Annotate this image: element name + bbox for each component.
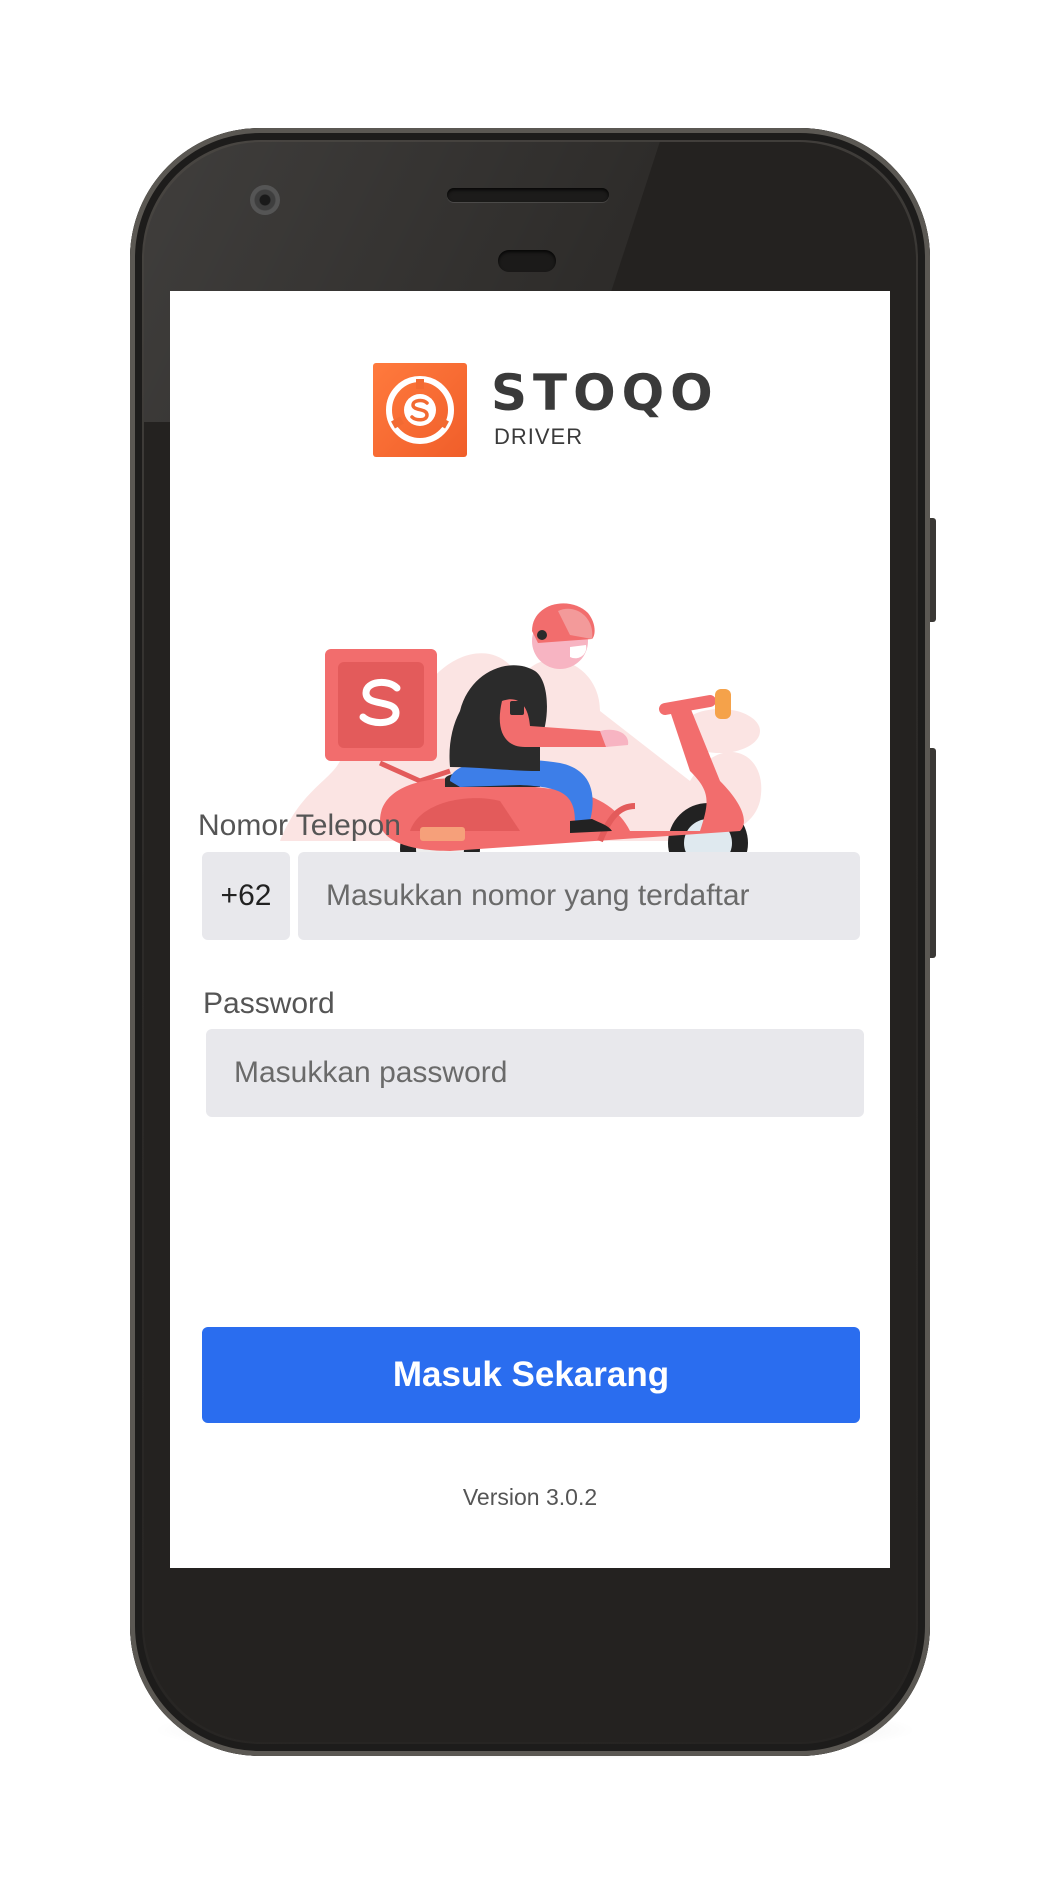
phone-label: Nomor Telepon bbox=[198, 809, 401, 842]
brand-subtitle: DRIVER bbox=[494, 424, 584, 449]
brand-name: STOQO bbox=[491, 364, 719, 422]
device-mockup: STOQO DRIVER Nomor Telepon +62 Masukkan … bbox=[0, 0, 1060, 1881]
front-camera-icon bbox=[250, 185, 280, 215]
phone-placeholder: Masukkan nomor yang terdaftar bbox=[326, 879, 750, 912]
password-input[interactable]: Masukkan password bbox=[206, 1029, 864, 1117]
phone-input[interactable]: Masukkan nomor yang terdaftar bbox=[298, 852, 860, 940]
password-label: Password bbox=[203, 987, 335, 1020]
password-placeholder: Masukkan password bbox=[234, 1056, 508, 1089]
app-version: Version 3.0.2 bbox=[462, 1484, 598, 1510]
proximity-sensor bbox=[498, 250, 556, 272]
app-screen: STOQO DRIVER Nomor Telepon +62 Masukkan … bbox=[170, 291, 890, 1568]
login-button[interactable]: Masuk Sekarang bbox=[202, 1327, 860, 1423]
app-logo: STOQO DRIVER bbox=[373, 363, 713, 463]
stoqo-logo-icon bbox=[373, 363, 467, 457]
country-code-selector[interactable]: +62 bbox=[202, 852, 290, 940]
scooter-courier-illustration bbox=[270, 531, 790, 901]
earpiece-speaker bbox=[447, 188, 609, 202]
